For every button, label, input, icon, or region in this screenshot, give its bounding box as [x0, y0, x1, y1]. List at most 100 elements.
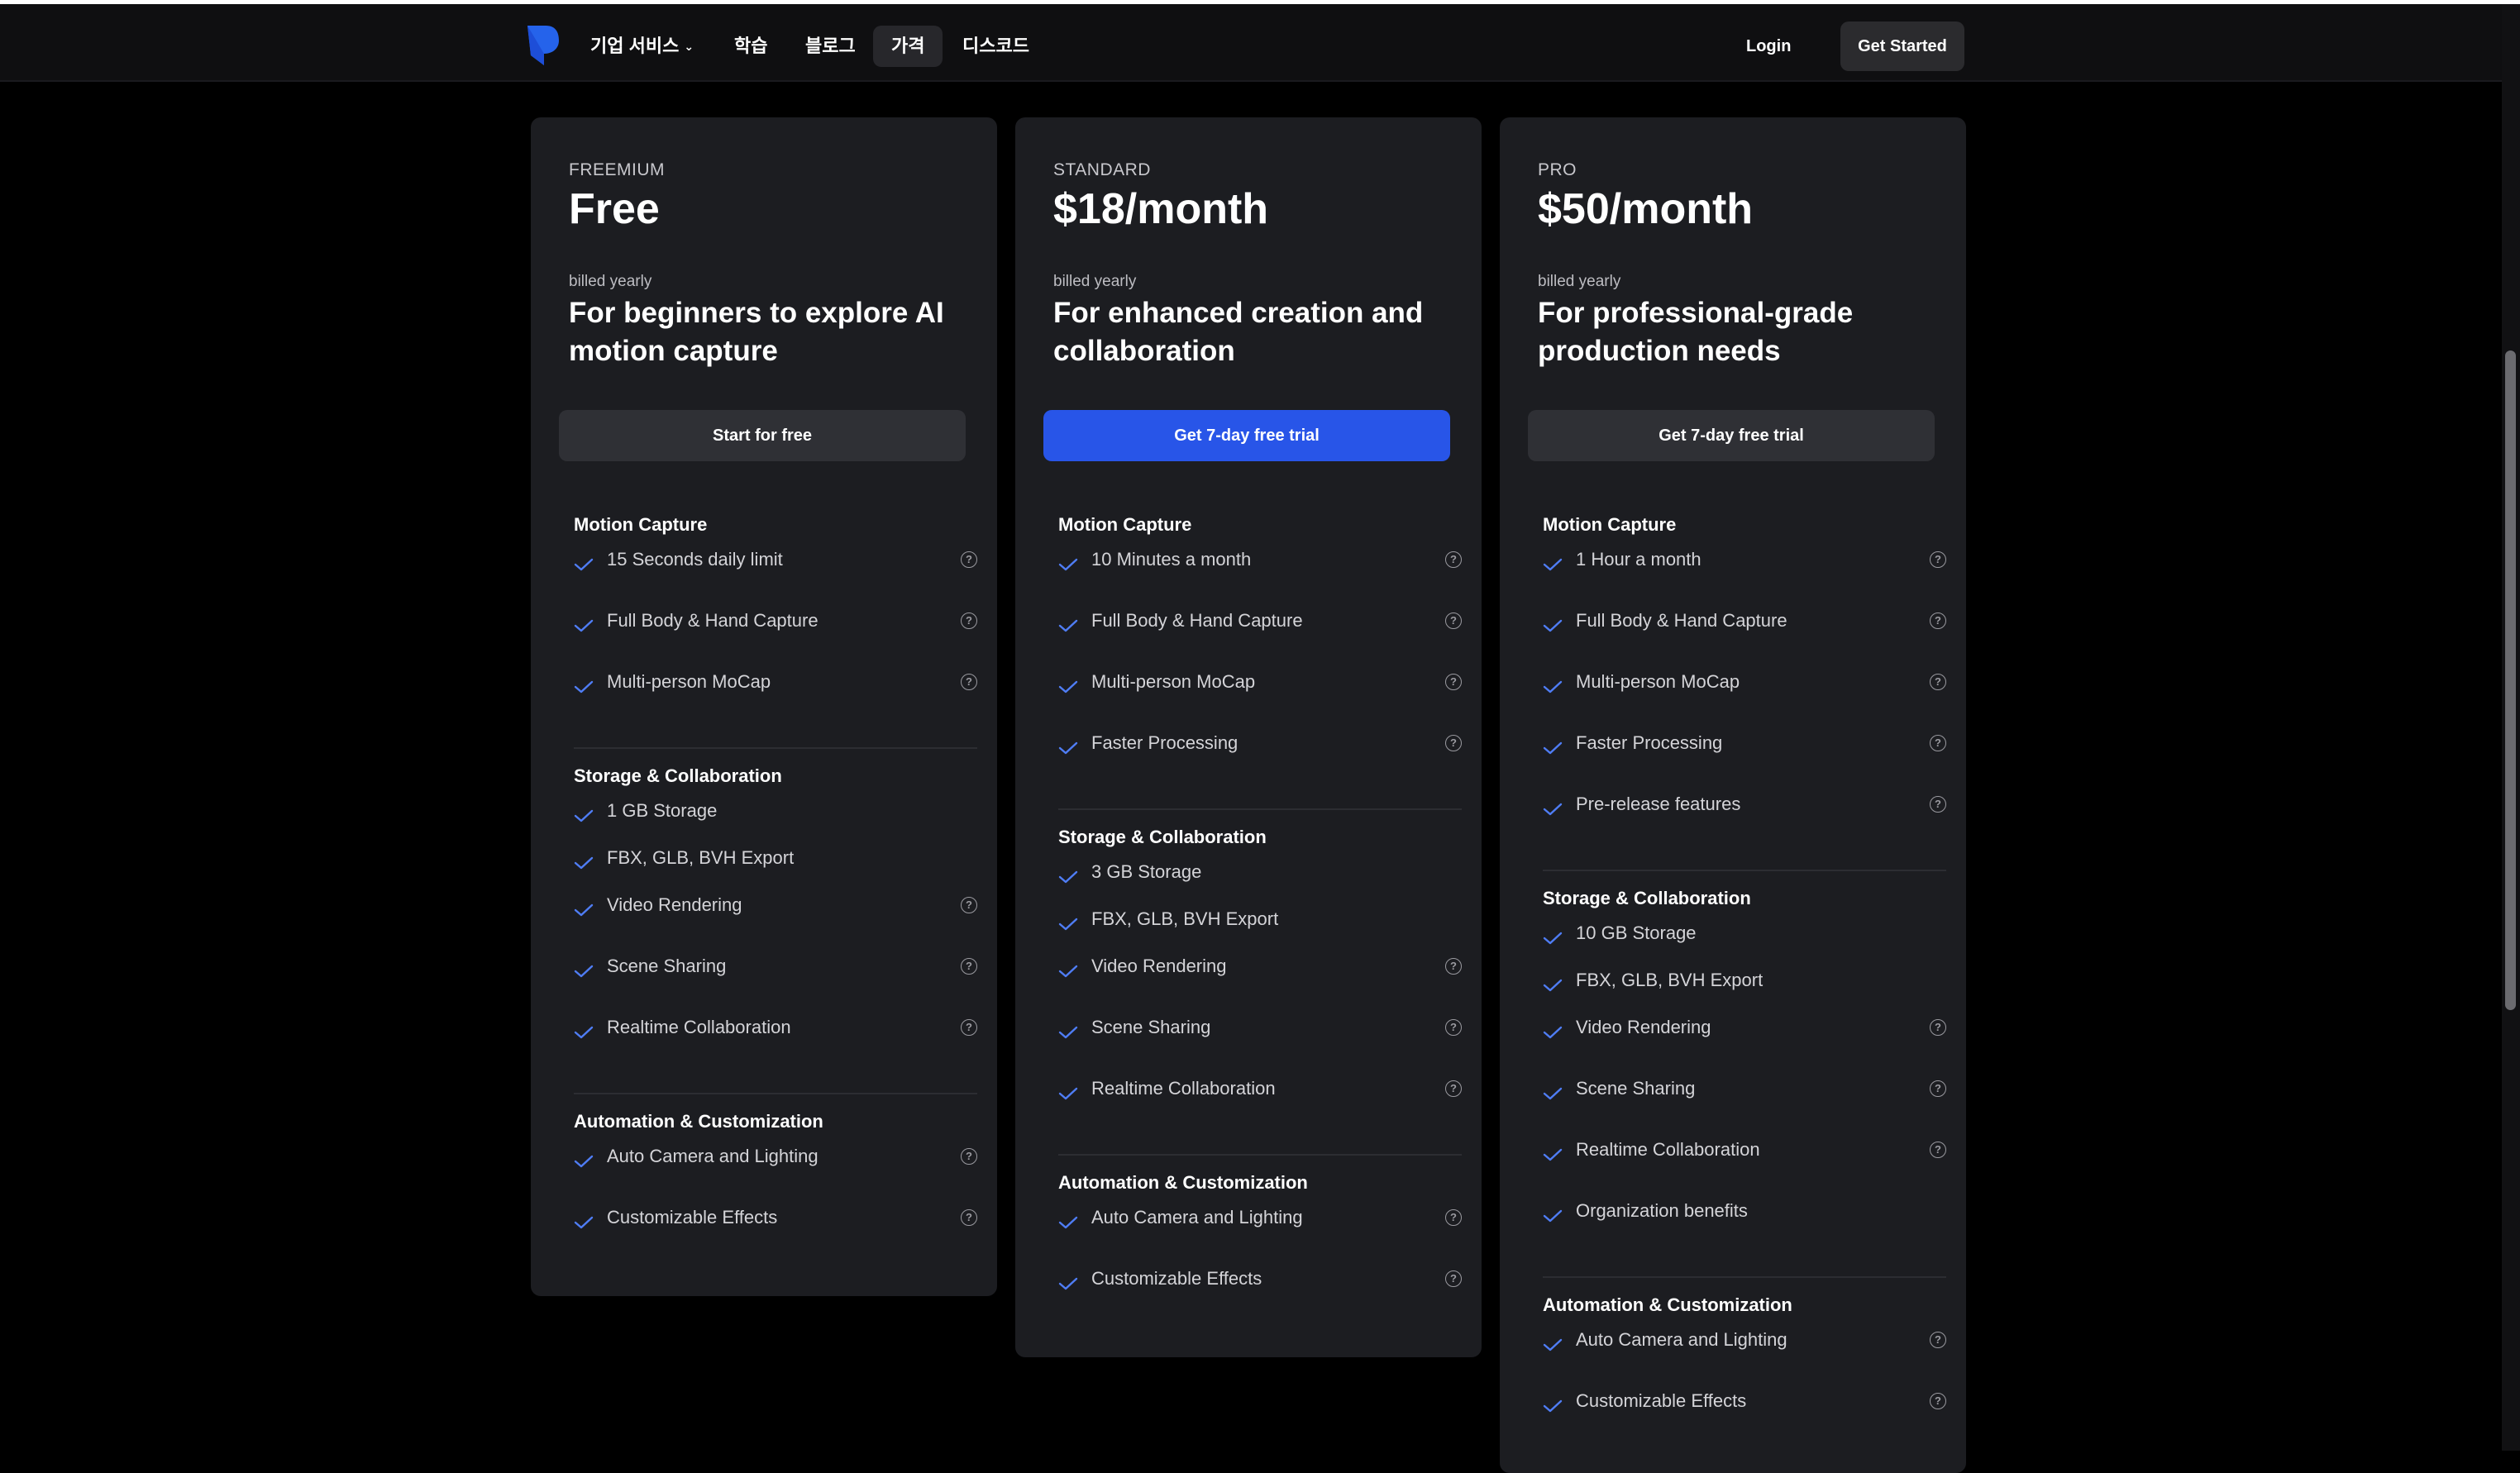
feature-label: Customizable Effects [607, 1207, 778, 1228]
feature-item: 10 Minutes a month? [1058, 547, 1463, 572]
section-title: Storage & Collaboration [574, 765, 782, 786]
check-icon [574, 899, 594, 917]
feature-label: Auto Camera and Lighting [1091, 1207, 1303, 1228]
feature-label: Scene Sharing [1091, 1017, 1211, 1037]
help-circle-icon[interactable]: ? [961, 1209, 977, 1226]
help-circle-icon[interactable]: ? [1930, 1393, 1946, 1409]
feature-item: Video Rendering? [1058, 954, 1463, 979]
plan-price: Free [569, 185, 660, 233]
check-icon [1543, 1333, 1563, 1351]
help-circle-icon[interactable]: ? [1445, 1209, 1462, 1226]
feature-item: 1 Hour a month? [1543, 547, 1948, 572]
plan-price: $18/month [1053, 185, 1269, 233]
help-circle-icon[interactable]: ? [1445, 674, 1462, 690]
feature-item: Customizable Effects? [1543, 1389, 1948, 1413]
feature-label: FBX, GLB, BVH Export [607, 847, 795, 868]
feature-item: 3 GB Storage [1058, 860, 1463, 884]
plan-description: For professional-grade production needs [1538, 297, 1854, 367]
help-circle-icon[interactable]: ? [1445, 551, 1462, 568]
check-icon [1543, 927, 1563, 945]
nav-discord[interactable]: 디스코드 [944, 26, 1048, 67]
help-circle-icon[interactable]: ? [1930, 1332, 1946, 1348]
help-circle-icon[interactable]: ? [961, 1019, 977, 1036]
help-circle-icon[interactable]: ? [1445, 1270, 1462, 1287]
login-link[interactable]: Login [1736, 26, 1801, 67]
help-circle-icon[interactable]: ? [1930, 1019, 1946, 1036]
help-circle-icon[interactable]: ? [961, 897, 977, 913]
check-icon [1543, 1143, 1563, 1161]
help-circle-icon[interactable]: ? [961, 613, 977, 629]
section-divider [574, 1093, 977, 1094]
check-icon [1058, 736, 1078, 755]
pricing-card-pro: PRO $50/month billed yearly For professiona… [1500, 117, 1966, 1473]
help-circle-icon[interactable]: ? [1445, 1019, 1462, 1036]
check-icon [1058, 1021, 1078, 1039]
help-circle-icon[interactable]: ? [961, 674, 977, 690]
section-divider [1058, 1154, 1462, 1156]
help-circle-icon[interactable]: ? [1930, 1142, 1946, 1158]
check-icon [1058, 553, 1078, 571]
help-circle-icon[interactable]: ? [1930, 613, 1946, 629]
section-title: Motion Capture [574, 514, 708, 535]
check-icon [1058, 1211, 1078, 1229]
check-icon [1543, 1021, 1563, 1039]
section-title: Automation & Customization [1543, 1294, 1792, 1315]
nav-enterprise[interactable]: 기업 서비스 ⌄ [572, 26, 712, 67]
pricing-card-standard: STANDARD $18/month billed yearly For enhanc… [1015, 117, 1482, 1357]
feature-label: Multi-person MoCap [1091, 671, 1256, 692]
feature-item: Multi-person MoCap? [1543, 670, 1948, 694]
feature-label: Video Rendering [1576, 1017, 1711, 1037]
check-icon [574, 553, 594, 571]
plan-tier: PRO [1538, 160, 1577, 179]
feature-item: Auto Camera and Lighting? [1058, 1205, 1463, 1230]
plan-price: $50/month [1538, 185, 1754, 233]
check-icon [1543, 798, 1563, 816]
feature-item: Full Body & Hand Capture? [1543, 608, 1948, 633]
feature-item: Scene Sharing? [1543, 1076, 1948, 1101]
check-icon [1058, 1272, 1078, 1290]
check-icon [1543, 736, 1563, 755]
top-navbar: 기업 서비스 ⌄ 학습 블로그 가격 디스코드 Login Get Started [0, 4, 2502, 82]
brand-logo-icon[interactable] [526, 24, 561, 67]
scrollbar-thumb[interactable] [2505, 350, 2516, 1010]
feature-item: Customizable Effects? [574, 1205, 979, 1230]
plan-cta-button[interactable]: Get 7-day free trial [1528, 410, 1935, 461]
help-circle-icon[interactable]: ? [961, 1148, 977, 1165]
help-circle-icon[interactable]: ? [1930, 551, 1946, 568]
help-circle-icon[interactable]: ? [1445, 613, 1462, 629]
feature-item: Full Body & Hand Capture? [1058, 608, 1463, 633]
help-circle-icon[interactable]: ? [961, 551, 977, 568]
help-circle-icon[interactable]: ? [961, 958, 977, 975]
pricing-card-freemium: FREEMIUM Free billed yearly For beginners t… [531, 117, 997, 1296]
plan-description: For beginners to explore AI motion captu… [569, 297, 944, 367]
help-circle-icon[interactable]: ? [1445, 1080, 1462, 1097]
help-circle-icon[interactable]: ? [1930, 735, 1946, 751]
section-title: Storage & Collaboration [1058, 827, 1267, 847]
feature-label: 10 GB Storage [1576, 922, 1697, 943]
feature-item: Video Rendering? [1543, 1015, 1948, 1040]
feature-label: 3 GB Storage [1091, 861, 1202, 882]
nav-pricing[interactable]: 가격 [873, 26, 943, 67]
feature-label: Pre-release features [1576, 794, 1741, 814]
nav-blog[interactable]: 블로그 [787, 26, 874, 67]
section-divider [1058, 808, 1462, 810]
get-started-button[interactable]: Get Started [1840, 21, 1964, 71]
feature-label: Auto Camera and Lighting [1576, 1329, 1787, 1350]
billing-note: billed yearly [569, 273, 652, 290]
help-circle-icon[interactable]: ? [1445, 735, 1462, 751]
check-icon [1543, 1394, 1563, 1413]
nav-learn[interactable]: 학습 [716, 26, 785, 67]
help-circle-icon[interactable]: ? [1930, 1080, 1946, 1097]
help-circle-icon[interactable]: ? [1445, 958, 1462, 975]
help-circle-icon[interactable]: ? [1930, 796, 1946, 813]
help-circle-icon[interactable]: ? [1930, 674, 1946, 690]
plan-cta-button[interactable]: Start for free [559, 410, 966, 461]
feature-item: 15 Seconds daily limit? [574, 547, 979, 572]
plan-cta-button[interactable]: Get 7-day free trial [1043, 410, 1450, 461]
feature-label: Customizable Effects [1576, 1390, 1747, 1411]
section-divider [1543, 870, 1946, 871]
check-icon [574, 1021, 594, 1039]
chevron-down-icon: ⌄ [684, 40, 694, 53]
check-icon [1543, 675, 1563, 694]
plan-tier: FREEMIUM [569, 160, 665, 179]
